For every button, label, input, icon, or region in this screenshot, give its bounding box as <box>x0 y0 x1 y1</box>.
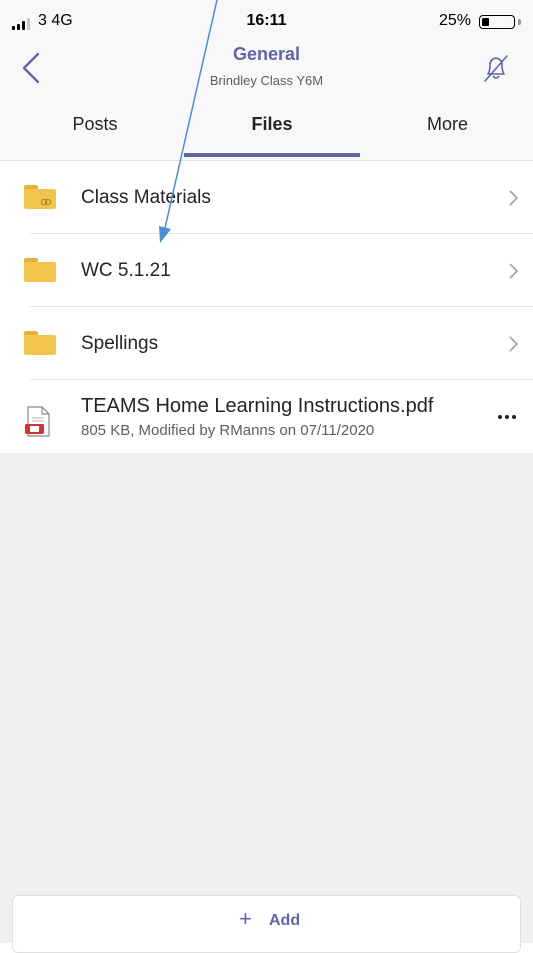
teams-app-screen: 3 4G 16:11 25% General Brindley Class Y6… <box>0 0 533 953</box>
battery-icon <box>479 15 515 29</box>
top-bar: 3 4G 16:11 25% General Brindley Class Y6… <box>0 0 533 161</box>
plus-icon: + <box>239 906 252 931</box>
file-details: 805 KB, Modified by RManns on 07/11/2020 <box>81 422 375 439</box>
bell-off-icon <box>484 55 508 82</box>
battery-nub <box>518 19 521 25</box>
folder-icon <box>24 331 56 355</box>
status-bar: 3 4G 16:11 25% <box>0 0 533 44</box>
pdf-file-icon <box>25 406 50 437</box>
chevron-right-icon <box>509 336 519 352</box>
tab-more[interactable]: More <box>365 114 530 158</box>
battery-percentage: 25% <box>438 12 471 29</box>
notifications-button[interactable] <box>477 50 515 88</box>
tab-posts[interactable]: Posts <box>30 114 160 158</box>
folder-name: WC 5.1.21 <box>81 260 171 281</box>
list-item[interactable]: TEAMS Home Learning Instructions.pdf 805… <box>0 380 533 453</box>
add-button[interactable]: + Add <box>12 895 521 953</box>
add-label: Add <box>269 912 301 929</box>
folder-icon <box>24 258 56 282</box>
more-options-icon[interactable] <box>495 410 519 424</box>
chevron-right-icon <box>509 263 519 279</box>
active-tab-indicator <box>184 153 360 157</box>
folder-name: Spellings <box>81 333 159 354</box>
file-name: TEAMS Home Learning Instructions.pdf <box>81 395 434 417</box>
list-item[interactable]: Class Materials <box>0 161 533 234</box>
folder-name: Class Materials <box>81 187 211 208</box>
chevron-right-icon <box>509 190 519 206</box>
files-list: Class Materials WC 5.1.21 Spellings TEAM… <box>0 161 533 453</box>
tab-files[interactable]: Files <box>184 114 360 158</box>
team-name: Brindley Class Y6M <box>209 73 324 88</box>
shared-folder-icon <box>24 185 56 209</box>
list-item[interactable]: Spellings <box>0 307 533 380</box>
list-item[interactable]: WC 5.1.21 <box>0 234 533 307</box>
channel-title: General <box>232 44 301 64</box>
